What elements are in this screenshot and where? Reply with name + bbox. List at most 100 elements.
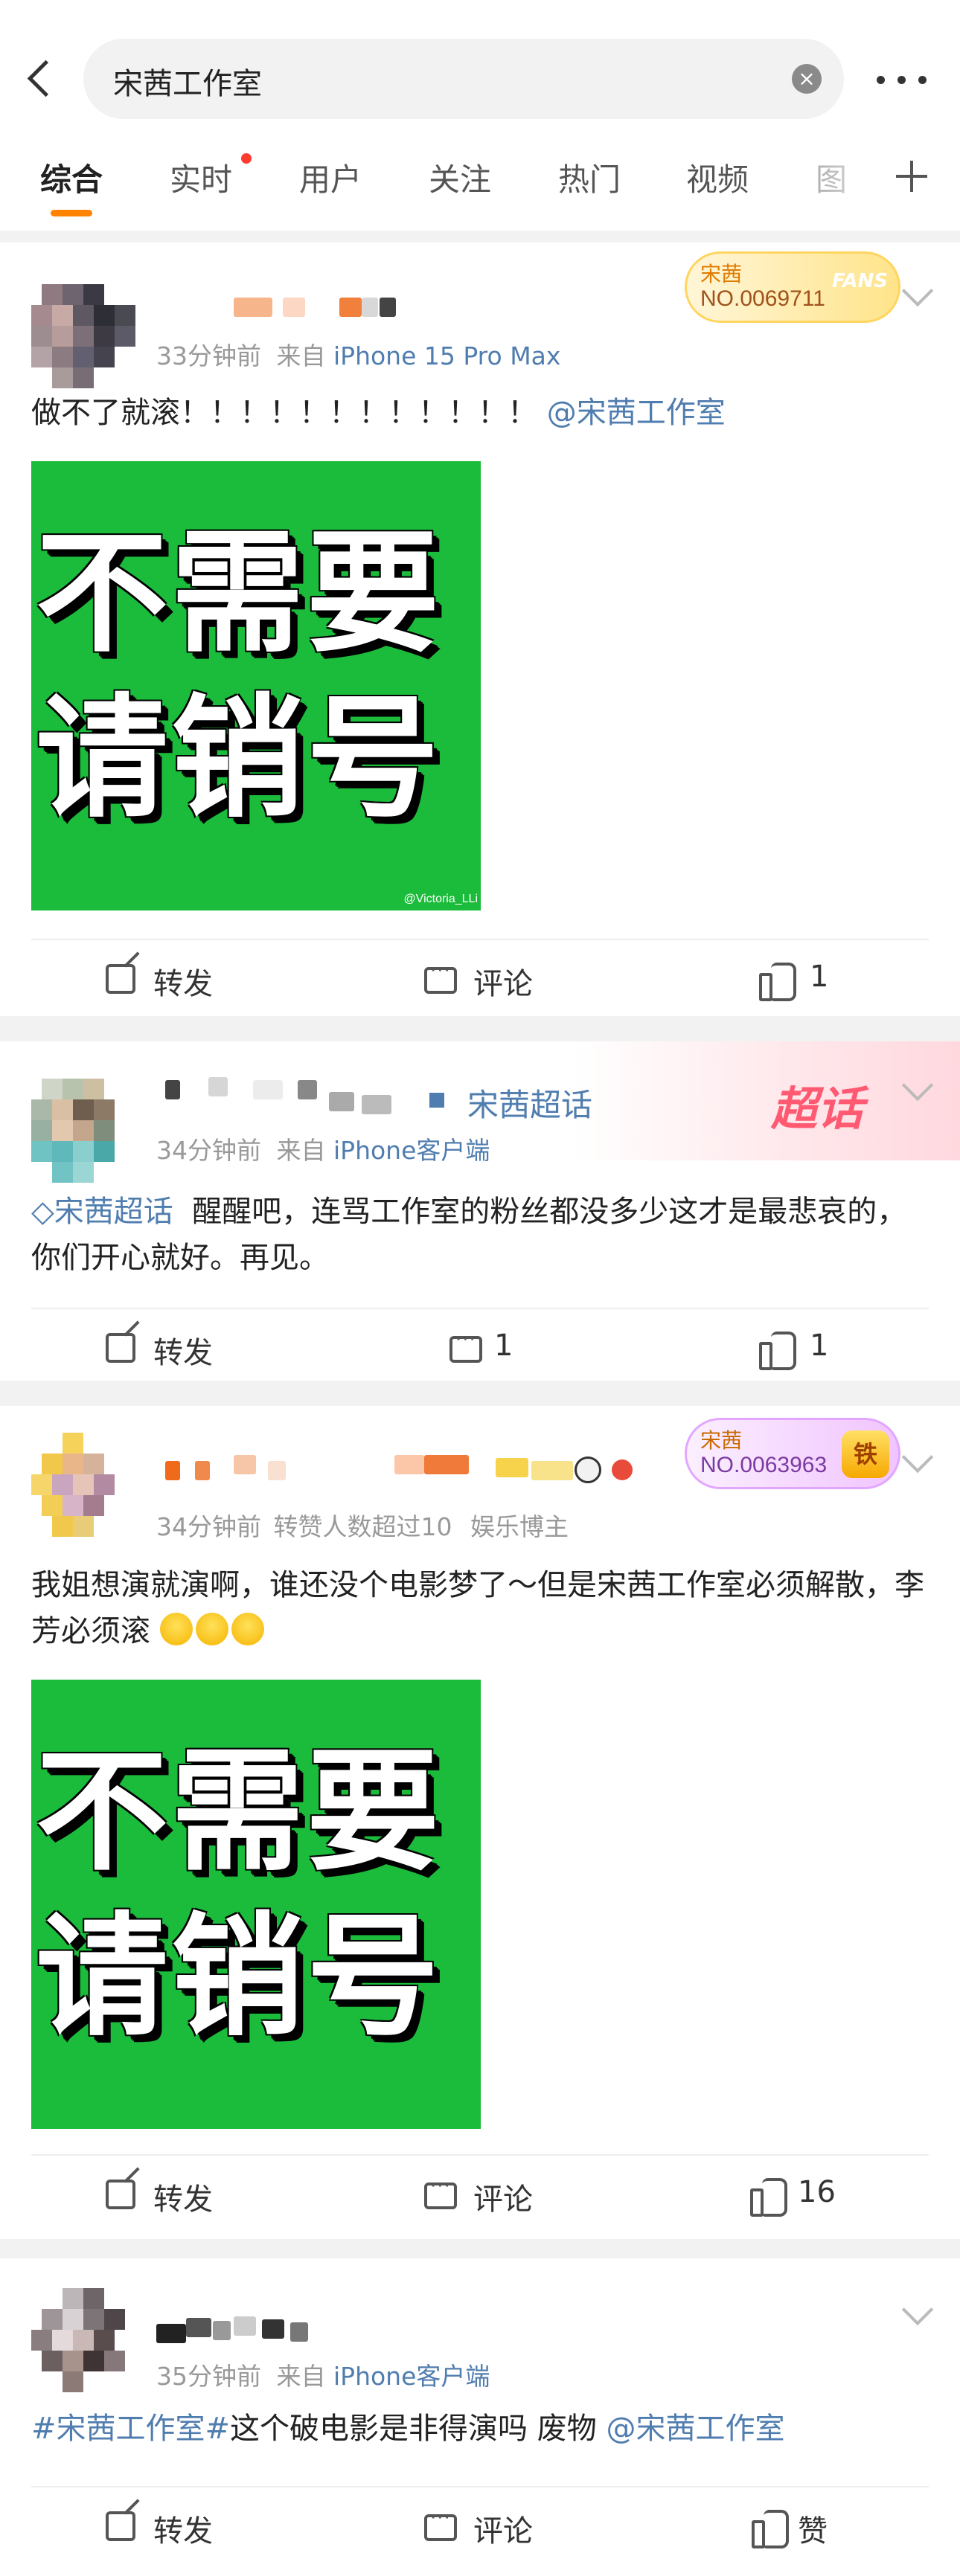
repost-icon[interactable] bbox=[106, 964, 135, 994]
mention-link[interactable]: @宋茜工作室 bbox=[606, 2412, 784, 2446]
mention-link[interactable]: @宋茜工作室 bbox=[547, 396, 726, 430]
repost-icon[interactable] bbox=[106, 2180, 135, 2209]
post-text-container: 我姐想演就演啊，谁还没个电影梦了～但是宋茜工作室必须解散，李芳必须滚 bbox=[31, 1562, 932, 1654]
avatar[interactable] bbox=[31, 1079, 135, 1183]
tab-fade bbox=[789, 149, 908, 208]
avatar[interactable] bbox=[31, 284, 135, 388]
clear-x-icon[interactable]: × bbox=[792, 64, 822, 94]
tab-users[interactable]: 用户 bbox=[299, 155, 362, 200]
post-text-body: 做不了就滚！！！！！！！！！！！！ bbox=[31, 396, 537, 430]
repost-button[interactable]: 转发 bbox=[153, 960, 213, 1003]
laughing-emoji-icon bbox=[195, 1613, 228, 1645]
crown-icon: 铁 bbox=[842, 1430, 889, 1478]
search-query[interactable]: 宋茜工作室 bbox=[113, 60, 262, 103]
add-tab-plus-icon[interactable] bbox=[893, 158, 930, 195]
post-source[interactable]: iPhone客户端 bbox=[333, 1136, 490, 1165]
chevron-down-icon[interactable] bbox=[901, 274, 934, 307]
like-count[interactable]: 1 bbox=[810, 960, 828, 994]
like-count[interactable]: 1 bbox=[810, 1329, 828, 1363]
post-text: #宋茜工作室#这个破电影是非得演吗 废物 @宋茜工作室 bbox=[31, 2406, 932, 2452]
post-card[interactable]: 33分钟前 来自 iPhone 15 Pro Max 宋茜 NO.0069711… bbox=[0, 242, 960, 1016]
fans-badge[interactable]: 宋茜 NO.0069711 FANS bbox=[685, 251, 900, 323]
repost-button[interactable]: 转发 bbox=[153, 2175, 213, 2218]
from-prefix: 来自 bbox=[276, 1136, 326, 1165]
repost-icon[interactable] bbox=[106, 1333, 135, 1363]
top-bar: 宋茜工作室 × 综合 实时 用户 关注 热门 视频 图 bbox=[0, 0, 960, 231]
chevron-down-icon[interactable] bbox=[901, 2293, 934, 2326]
more-options-icon[interactable] bbox=[877, 68, 929, 91]
like-icon[interactable] bbox=[759, 1332, 796, 1370]
image-watermark: @Victoria_LLi bbox=[403, 893, 478, 905]
like-icon[interactable] bbox=[759, 963, 796, 1001]
repost-like-count-note: 转赞人数超过10 bbox=[273, 1512, 452, 1541]
post-time: 33分钟前 bbox=[156, 341, 261, 370]
image-text-line1: 不需要 bbox=[36, 516, 442, 670]
search-input[interactable]: 宋茜工作室 × bbox=[83, 39, 844, 119]
tab-realtime[interactable]: 实时 bbox=[170, 155, 232, 200]
fans-badge-name: 宋茜 bbox=[700, 262, 743, 286]
avatar[interactable] bbox=[31, 2288, 135, 2392]
from-prefix: 来自 bbox=[276, 341, 326, 370]
post-source[interactable]: iPhone 15 Pro Max bbox=[333, 341, 560, 370]
post-card[interactable]: 34分钟前 转赞人数超过10 娱乐博主 宋茜 NO.0063963 铁 我姐想演… bbox=[0, 1406, 960, 2239]
tab-video[interactable]: 视频 bbox=[686, 155, 749, 200]
divider bbox=[31, 2154, 929, 2156]
like-count[interactable]: 16 bbox=[798, 2175, 836, 2209]
avatar[interactable] bbox=[31, 1433, 135, 1537]
like-button[interactable]: 赞 bbox=[798, 2507, 828, 2550]
post-meta: 35分钟前 来自 iPhone客户端 bbox=[156, 2357, 490, 2392]
fans-badge-deco: FANS bbox=[831, 270, 888, 292]
divider bbox=[31, 2486, 929, 2487]
comment-count[interactable]: 1 bbox=[494, 1329, 513, 1363]
laughing-emoji-icon bbox=[159, 1613, 193, 1645]
chevron-down-icon[interactable] bbox=[901, 1441, 934, 1474]
comment-icon[interactable] bbox=[449, 1329, 482, 1363]
repost-button[interactable]: 转发 bbox=[153, 1329, 213, 1372]
fans-badge-number: NO.0069711 bbox=[700, 286, 825, 311]
comment-icon[interactable] bbox=[424, 2507, 457, 2541]
hashtag-link[interactable]: #宋茜工作室# bbox=[31, 2412, 230, 2446]
comment-icon[interactable] bbox=[424, 960, 457, 994]
post-text-body: 这个破电影是非得演吗 废物 bbox=[230, 2412, 597, 2446]
post-meta: 34分钟前 转赞人数超过10 娱乐博主 bbox=[156, 1507, 569, 1543]
post-meta: 33分钟前 来自 iPhone 15 Pro Max bbox=[156, 336, 560, 372]
post-source[interactable]: iPhone客户端 bbox=[333, 2362, 490, 2391]
post-meta: 34分钟前 来自 iPhone客户端 bbox=[156, 1131, 490, 1166]
post-text: ◇宋茜超话 醒醒吧，连骂工作室的粉丝都没多少这才是最悲哀的，你们开心就好。再见。 bbox=[31, 1189, 932, 1281]
fans-badge-name: 宋茜 bbox=[700, 1428, 743, 1453]
repost-icon[interactable] bbox=[106, 2511, 135, 2541]
fans-badge[interactable]: 宋茜 NO.0063963 铁 bbox=[685, 1418, 900, 1489]
post-card[interactable]: 35分钟前 来自 iPhone客户端 #宋茜工作室#这个破电影是非得演吗 废物 … bbox=[0, 2258, 960, 2576]
topic-tag[interactable]: ◇宋茜超话 bbox=[31, 1195, 173, 1229]
divider bbox=[31, 939, 929, 940]
topic-tag-label: 宋茜超话 bbox=[54, 1195, 173, 1229]
laughing-emoji-icon bbox=[231, 1613, 264, 1645]
chaohua-header-band bbox=[573, 1041, 960, 1160]
post-time: 34分钟前 bbox=[156, 1136, 261, 1165]
post-text: 做不了就滚！！！！！！！！！！！！ @宋茜工作室 bbox=[31, 390, 932, 436]
comment-button[interactable]: 评论 bbox=[473, 2507, 533, 2550]
post-image[interactable]: 不需要 请销号 bbox=[31, 1680, 481, 2129]
chaohua-badge[interactable]: 超话 bbox=[771, 1071, 863, 1138]
tab-comprehensive[interactable]: 综合 bbox=[40, 155, 103, 216]
post-card[interactable]: 超话 宋茜超话 34分钟前 来自 iPhone客户端 ◇宋茜超话 醒醒吧，连骂工… bbox=[0, 1041, 960, 1381]
image-text-line2: 请销号 bbox=[36, 1900, 442, 2054]
image-text-line1: 不需要 bbox=[36, 1735, 442, 1889]
chaohua-name[interactable]: 宋茜超话 bbox=[467, 1080, 592, 1125]
user-role: 娱乐博主 bbox=[470, 1512, 569, 1541]
divider bbox=[31, 1308, 929, 1309]
post-time: 35分钟前 bbox=[156, 2362, 261, 2391]
comment-icon[interactable] bbox=[424, 2175, 457, 2209]
fans-badge-number: NO.0063963 bbox=[700, 1453, 828, 1477]
from-prefix: 来自 bbox=[276, 2362, 326, 2391]
like-icon[interactable] bbox=[752, 2510, 789, 2548]
tab-hot[interactable]: 热门 bbox=[558, 155, 621, 200]
repost-button[interactable]: 转发 bbox=[153, 2507, 213, 2550]
tab-following[interactable]: 关注 bbox=[429, 155, 491, 200]
back-arrow-icon[interactable] bbox=[22, 54, 60, 106]
like-icon[interactable] bbox=[750, 2178, 787, 2217]
post-image[interactable]: 不需要 请销号 @Victoria_LLi bbox=[31, 461, 481, 910]
unread-dot-icon bbox=[241, 153, 252, 164]
comment-button[interactable]: 评论 bbox=[473, 960, 533, 1003]
comment-button[interactable]: 评论 bbox=[473, 2175, 533, 2218]
